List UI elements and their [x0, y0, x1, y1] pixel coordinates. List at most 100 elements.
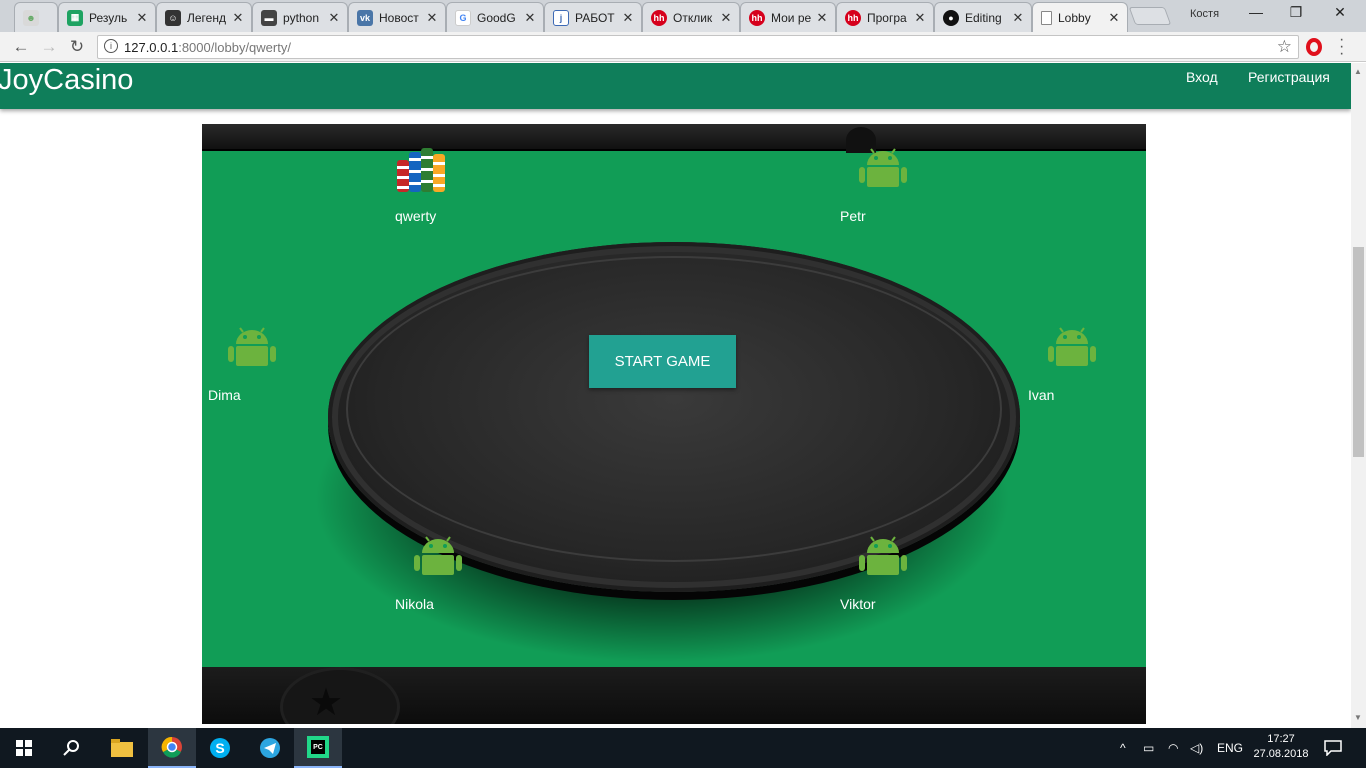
bookmark-star-icon[interactable]: ☆ [1277, 37, 1292, 57]
telegram-icon[interactable] [246, 728, 294, 768]
scroll-thumb[interactable] [1353, 247, 1364, 457]
brand-logo[interactable]: JoyCasino [0, 63, 133, 97]
scroll-up-icon[interactable]: ▲ [1354, 67, 1362, 76]
close-icon[interactable]: ✕ [621, 10, 635, 26]
start-game-button[interactable]: START GAME [589, 335, 736, 388]
browser-toolbar: ← → ↻ i 127.0.0.1:8000/lobby/qwerty/ ☆ [0, 32, 1366, 62]
close-icon[interactable]: ✕ [135, 10, 149, 26]
opera-icon[interactable] [1306, 38, 1322, 56]
tab-lobby[interactable]: Lobby ✕ [1032, 2, 1128, 32]
volume-icon[interactable]: ◁) [1190, 728, 1203, 768]
android-icon [414, 536, 462, 575]
tab-2[interactable]: ▦ Резуль ✕ [58, 2, 156, 32]
windows-start-icon[interactable] [0, 728, 48, 768]
page-scrollbar[interactable]: ▲ ▼ [1351, 63, 1366, 728]
clock[interactable]: 17:27 27.08.2018 [1253, 732, 1309, 762]
tab-10[interactable]: hh Програ ✕ [836, 2, 934, 32]
new-tab-button[interactable] [1128, 7, 1172, 25]
chips-icon [397, 148, 445, 192]
tab-4[interactable]: ▬ python ✕ [252, 2, 348, 32]
j-icon: j [553, 9, 569, 26]
search-icon[interactable] [48, 728, 96, 768]
clock-time: 17:27 [1267, 733, 1295, 745]
register-link[interactable]: Регистрация [1248, 69, 1330, 85]
svg-text:S: S [215, 740, 224, 756]
table-rim [346, 256, 1002, 562]
pycharm-icon[interactable]: PC [294, 728, 342, 768]
back-icon[interactable]: ← [10, 36, 32, 58]
tab-3[interactable]: ☺ Легенд ✕ [156, 2, 252, 32]
bottom-band: ★ [202, 667, 1146, 724]
seat-ivan[interactable]: Ivan [1028, 323, 1108, 413]
vk-icon: vk [357, 9, 373, 26]
tab-strip: ☻ ▦ Резуль ✕ ☺ Легенд ✕ ▬ python ✕ vk Новос… [0, 0, 1366, 32]
maximize-icon[interactable]: ❐ [1276, 4, 1316, 26]
clock-date: 27.08.2018 [1253, 748, 1309, 760]
poker-room: START GAME qwerty Petr Dima Ivan Nikola … [202, 124, 1146, 724]
chrome-icon[interactable] [148, 728, 196, 768]
android-icon [228, 327, 276, 366]
svg-text:PC: PC [313, 744, 323, 751]
tab-7[interactable]: j РАБОТ ✕ [544, 2, 642, 32]
windows-taskbar: S PC ^ ▭ ◠ ◁) ENG 17:27 27.08.2018 [0, 728, 1366, 768]
seat-petr[interactable]: Petr [840, 144, 920, 234]
close-icon[interactable]: ✕ [719, 10, 733, 26]
close-icon[interactable]: ✕ [913, 10, 927, 26]
seat-dima[interactable]: Dima [208, 323, 288, 413]
close-icon[interactable]: ✕ [327, 10, 341, 26]
player-name: Petr [840, 208, 866, 224]
wifi-icon[interactable]: ◠ [1168, 728, 1178, 768]
language-indicator[interactable]: ENG [1217, 728, 1243, 768]
show-hidden-icons[interactable]: ^ [1120, 728, 1126, 768]
tab-5[interactable]: vk Новост ✕ [348, 2, 446, 32]
player-name: Ivan [1028, 387, 1055, 403]
github-icon: ● [943, 9, 959, 26]
menu-dots-icon[interactable]: · · · [1339, 32, 1344, 62]
pepe-icon: ☻ [23, 9, 39, 26]
reload-icon[interactable]: ↻ [66, 36, 88, 58]
star-logo-icon: ★ [280, 667, 400, 724]
site-navbar: JoyCasino Вход Регистрация [0, 63, 1351, 109]
close-icon[interactable]: ✕ [815, 10, 829, 26]
window-close-icon[interactable]: ✕ [1320, 4, 1360, 26]
player-name: Dima [208, 387, 241, 403]
tab-1[interactable]: ☻ [14, 2, 58, 32]
sheets-icon: ▦ [67, 9, 83, 26]
close-icon[interactable]: ✕ [1011, 10, 1025, 26]
minimize-icon[interactable]: — [1236, 4, 1276, 26]
tab-11[interactable]: ● Editing ✕ [934, 2, 1032, 32]
hh-icon: hh [845, 9, 861, 26]
tab-6[interactable]: G GoodG ✕ [446, 2, 544, 32]
profile-name[interactable]: Костя [1190, 8, 1219, 20]
face-icon: ☺ [165, 9, 181, 26]
close-icon[interactable]: ✕ [425, 10, 439, 26]
address-bar[interactable]: i 127.0.0.1:8000/lobby/qwerty/ ☆ [97, 35, 1299, 59]
glasses-icon: ▬ [261, 9, 277, 26]
google-icon: G [455, 9, 471, 26]
battery-icon[interactable]: ▭ [1143, 728, 1154, 768]
seat-viktor[interactable]: Viktor [840, 532, 920, 622]
page-icon [1041, 10, 1052, 25]
skype-icon[interactable]: S [196, 728, 244, 768]
player-name: Viktor [840, 596, 876, 612]
tab-8[interactable]: hh Отклик ✕ [642, 2, 740, 32]
action-center-icon[interactable] [1324, 728, 1342, 768]
close-icon[interactable]: ✕ [523, 10, 537, 26]
url-text: 127.0.0.1:8000/lobby/qwerty/ [124, 40, 291, 55]
seat-qwerty[interactable]: qwerty [395, 144, 475, 234]
seat-nikola[interactable]: Nikola [395, 532, 475, 622]
file-explorer-icon[interactable] [98, 728, 146, 768]
player-name: Nikola [395, 596, 434, 612]
scroll-down-icon[interactable]: ▼ [1354, 713, 1362, 722]
forward-icon[interactable]: → [38, 36, 60, 58]
android-icon [859, 148, 907, 187]
android-icon [859, 536, 907, 575]
close-icon[interactable]: ✕ [1107, 10, 1121, 26]
close-icon[interactable]: ✕ [231, 10, 245, 26]
top-band [202, 124, 1146, 151]
hh-icon: hh [651, 9, 667, 26]
info-icon[interactable]: i [104, 39, 118, 53]
login-link[interactable]: Вход [1186, 69, 1218, 85]
android-icon [1048, 327, 1096, 366]
tab-9[interactable]: hh Мои ре ✕ [740, 2, 836, 32]
